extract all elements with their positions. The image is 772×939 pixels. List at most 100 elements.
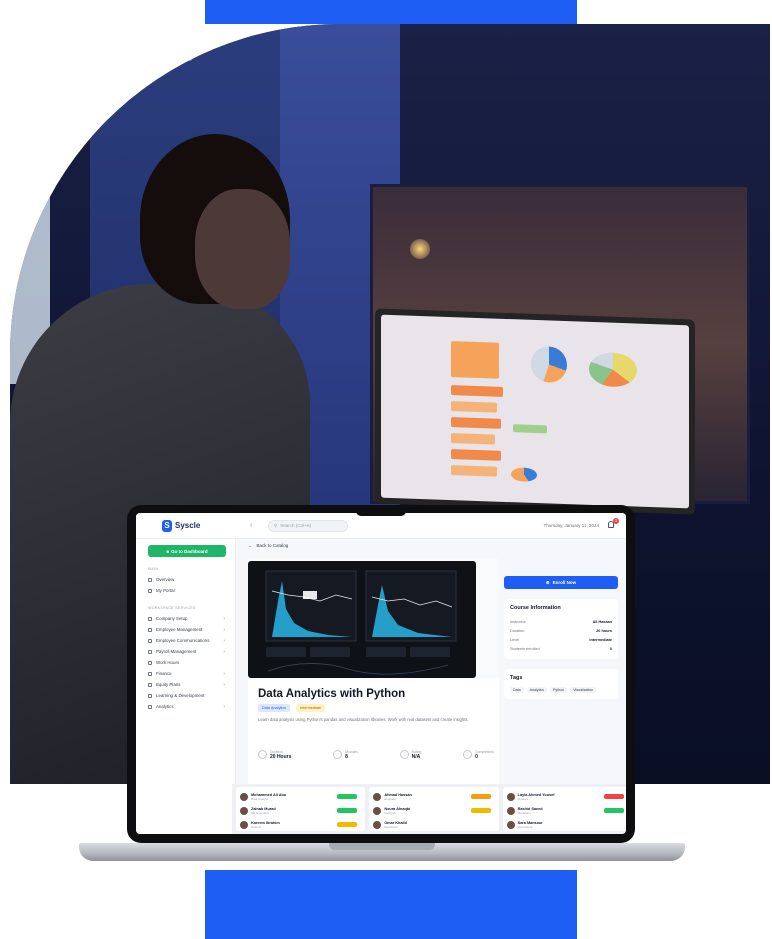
photo-screen-bar bbox=[513, 424, 547, 434]
sidebar-item-label: Payroll Management bbox=[156, 649, 197, 654]
person-row[interactable]: Zainab Murad HR Executive bbox=[240, 804, 361, 818]
person-row[interactable]: Rashid Saeed Marketing bbox=[506, 804, 626, 818]
arrow-left-icon: ← bbox=[248, 543, 253, 548]
menu-item-icon bbox=[148, 671, 152, 676]
app-topbar: S Syscle ‹ ⚲ Search (Ctrl+K) Thursday, J… bbox=[136, 513, 626, 539]
search-placeholder: Search (Ctrl+K) bbox=[280, 523, 312, 528]
course-hero bbox=[248, 558, 499, 678]
stat-value: 20 Hours bbox=[270, 754, 292, 760]
photo-pie-chart-3d bbox=[589, 351, 637, 388]
app-logo[interactable]: S Syscle bbox=[136, 519, 248, 532]
tag-chip[interactable]: Python bbox=[549, 687, 568, 693]
notification-bell-icon[interactable]: 3 bbox=[607, 518, 619, 530]
tag-chip[interactable]: Analytics bbox=[526, 687, 547, 693]
sidebar-item[interactable]: Employee Communications › bbox=[144, 635, 227, 646]
photo-screen-bar bbox=[451, 433, 495, 445]
level-tag: Intermediate bbox=[296, 704, 326, 712]
course-information-title: Course Information bbox=[510, 605, 561, 611]
tag-chip[interactable]: Visualization bbox=[570, 687, 597, 693]
sidebar-item-label: Finance bbox=[156, 671, 172, 676]
tags-panel: Tags Data Analytics Python Visualization bbox=[504, 669, 618, 699]
back-label: Back to Catalog bbox=[256, 543, 289, 548]
person-role: Analyst bbox=[251, 825, 261, 829]
status-pill bbox=[470, 808, 491, 813]
course-info-row: Students enrolled 0 bbox=[510, 644, 612, 653]
photo-pie-chart bbox=[531, 345, 567, 384]
sidebar-item-label: Work Hours bbox=[156, 660, 180, 665]
search-icon: ⚲ bbox=[274, 522, 278, 528]
sidebar-item[interactable]: Equity Plans › bbox=[144, 679, 227, 690]
sidebar-item-label: Overview bbox=[156, 577, 175, 582]
menu-item-icon bbox=[148, 616, 152, 621]
person-role: Developer bbox=[384, 825, 399, 829]
go-to-dashboard-button[interactable]: ■ Go to Dashboard bbox=[148, 545, 226, 557]
sidebar-item[interactable]: Overview bbox=[144, 574, 227, 585]
sidebar-section-workspace: WORKSPACE SERVICES bbox=[148, 606, 196, 610]
analytics-dashboard-image bbox=[265, 570, 457, 675]
photo-desktop-monitor bbox=[375, 308, 695, 515]
course-stats: Duration 20 Hours Modules 8 Rating N/A Complet… bbox=[258, 750, 494, 760]
avatar bbox=[240, 821, 248, 829]
course-thumbnail bbox=[248, 561, 476, 678]
sidebar-item-label: My Portal bbox=[156, 588, 175, 593]
person-row[interactable]: Noura Alnaqbi Designer bbox=[373, 804, 494, 818]
sidebar-item[interactable]: Company Setup › bbox=[144, 613, 227, 624]
sidebar-item[interactable]: Work Hours bbox=[144, 657, 227, 668]
sidebar-item[interactable]: My Portal bbox=[144, 585, 227, 596]
info-value: 20 hours bbox=[596, 628, 612, 633]
sidebar-item[interactable]: Learning & Development bbox=[144, 690, 227, 701]
person-role: Marketing bbox=[517, 811, 531, 815]
sidebar-item-label: Employee Management bbox=[156, 627, 203, 632]
sidebar-item-label: Analytics bbox=[156, 704, 174, 709]
tag-chip[interactable]: Data bbox=[510, 687, 524, 693]
course-information-panel: Course Information Instructor Ali Hassan D… bbox=[504, 599, 618, 659]
chevron-right-icon: › bbox=[223, 681, 225, 688]
person-role: Finance bbox=[517, 797, 529, 801]
back-to-catalog-link[interactable]: ← Back to Catalog bbox=[248, 543, 288, 548]
sidebar-item-label: Company Setup bbox=[156, 616, 188, 621]
sidebar-collapse-icon[interactable]: ‹ bbox=[250, 522, 262, 529]
status-pill bbox=[603, 794, 624, 799]
person-row[interactable]: Sara Mansour Operations bbox=[506, 818, 626, 832]
person-row[interactable]: Mohammed Ali Abu Data Analyst bbox=[240, 790, 361, 804]
wall-chart-icon bbox=[138, 42, 192, 68]
person-row[interactable]: Ahmad Hassan Engineer bbox=[373, 790, 494, 804]
course-card: Data Analytics with Python Data Analytic… bbox=[248, 558, 499, 788]
sidebar-item-label: Equity Plans bbox=[156, 682, 181, 687]
person-role: Designer bbox=[384, 811, 397, 815]
photo-screen-bar bbox=[451, 401, 497, 413]
person-card: Ahmad Hassan Engineer Noura Alnaqbi Designe… bbox=[369, 787, 499, 832]
chevron-right-icon: › bbox=[223, 626, 225, 633]
menu-item-icon bbox=[148, 682, 152, 687]
person-role: Data Analyst bbox=[251, 797, 268, 801]
person-card: Layla Ahmed Yousef Finance Rashid Saeed Mar… bbox=[502, 787, 626, 832]
enroll-now-button[interactable]: ⊕ Enroll Now bbox=[504, 576, 618, 589]
person-row[interactable]: Omar Khalid Developer bbox=[373, 818, 494, 832]
avatar bbox=[373, 821, 382, 829]
sidebar-item[interactable]: Employee Management › bbox=[144, 624, 227, 635]
laptop-notch bbox=[356, 505, 406, 516]
status-pill bbox=[337, 822, 358, 827]
sidebar-item[interactable]: Payroll Management › bbox=[144, 646, 227, 657]
person-row[interactable]: Kareem Ibrahim Analyst bbox=[240, 818, 361, 832]
avatar bbox=[506, 821, 515, 829]
search-input[interactable]: ⚲ Search (Ctrl+K) bbox=[268, 519, 348, 532]
sidebar: ■ Go to Dashboard MAIN Overview My Portal… bbox=[136, 539, 236, 834]
people-cards-strip: Mohammed Ali Abu Data Analyst Zainab Murad… bbox=[232, 784, 626, 834]
chevron-right-icon: › bbox=[223, 670, 225, 677]
course-description: Learn data analysis using Python's panda… bbox=[258, 717, 469, 722]
info-label: Instructor bbox=[510, 619, 526, 624]
chevron-right-icon: › bbox=[223, 648, 225, 655]
photo-screen-bar bbox=[451, 449, 501, 461]
sidebar-item[interactable]: Analytics › bbox=[144, 701, 227, 712]
info-label: Students enrolled bbox=[510, 646, 540, 651]
sidebar-item[interactable]: Finance › bbox=[144, 668, 227, 679]
menu-item-icon bbox=[148, 693, 152, 698]
menu-item-icon bbox=[148, 577, 152, 582]
photo-monitor-screen bbox=[381, 314, 689, 509]
photo-screen-bar bbox=[451, 465, 497, 477]
person-row[interactable]: Layla Ahmed Yousef Finance bbox=[506, 790, 626, 804]
photo-person-face bbox=[195, 189, 290, 309]
stat-value: 0 bbox=[475, 754, 478, 760]
chevron-right-icon: › bbox=[223, 703, 225, 710]
